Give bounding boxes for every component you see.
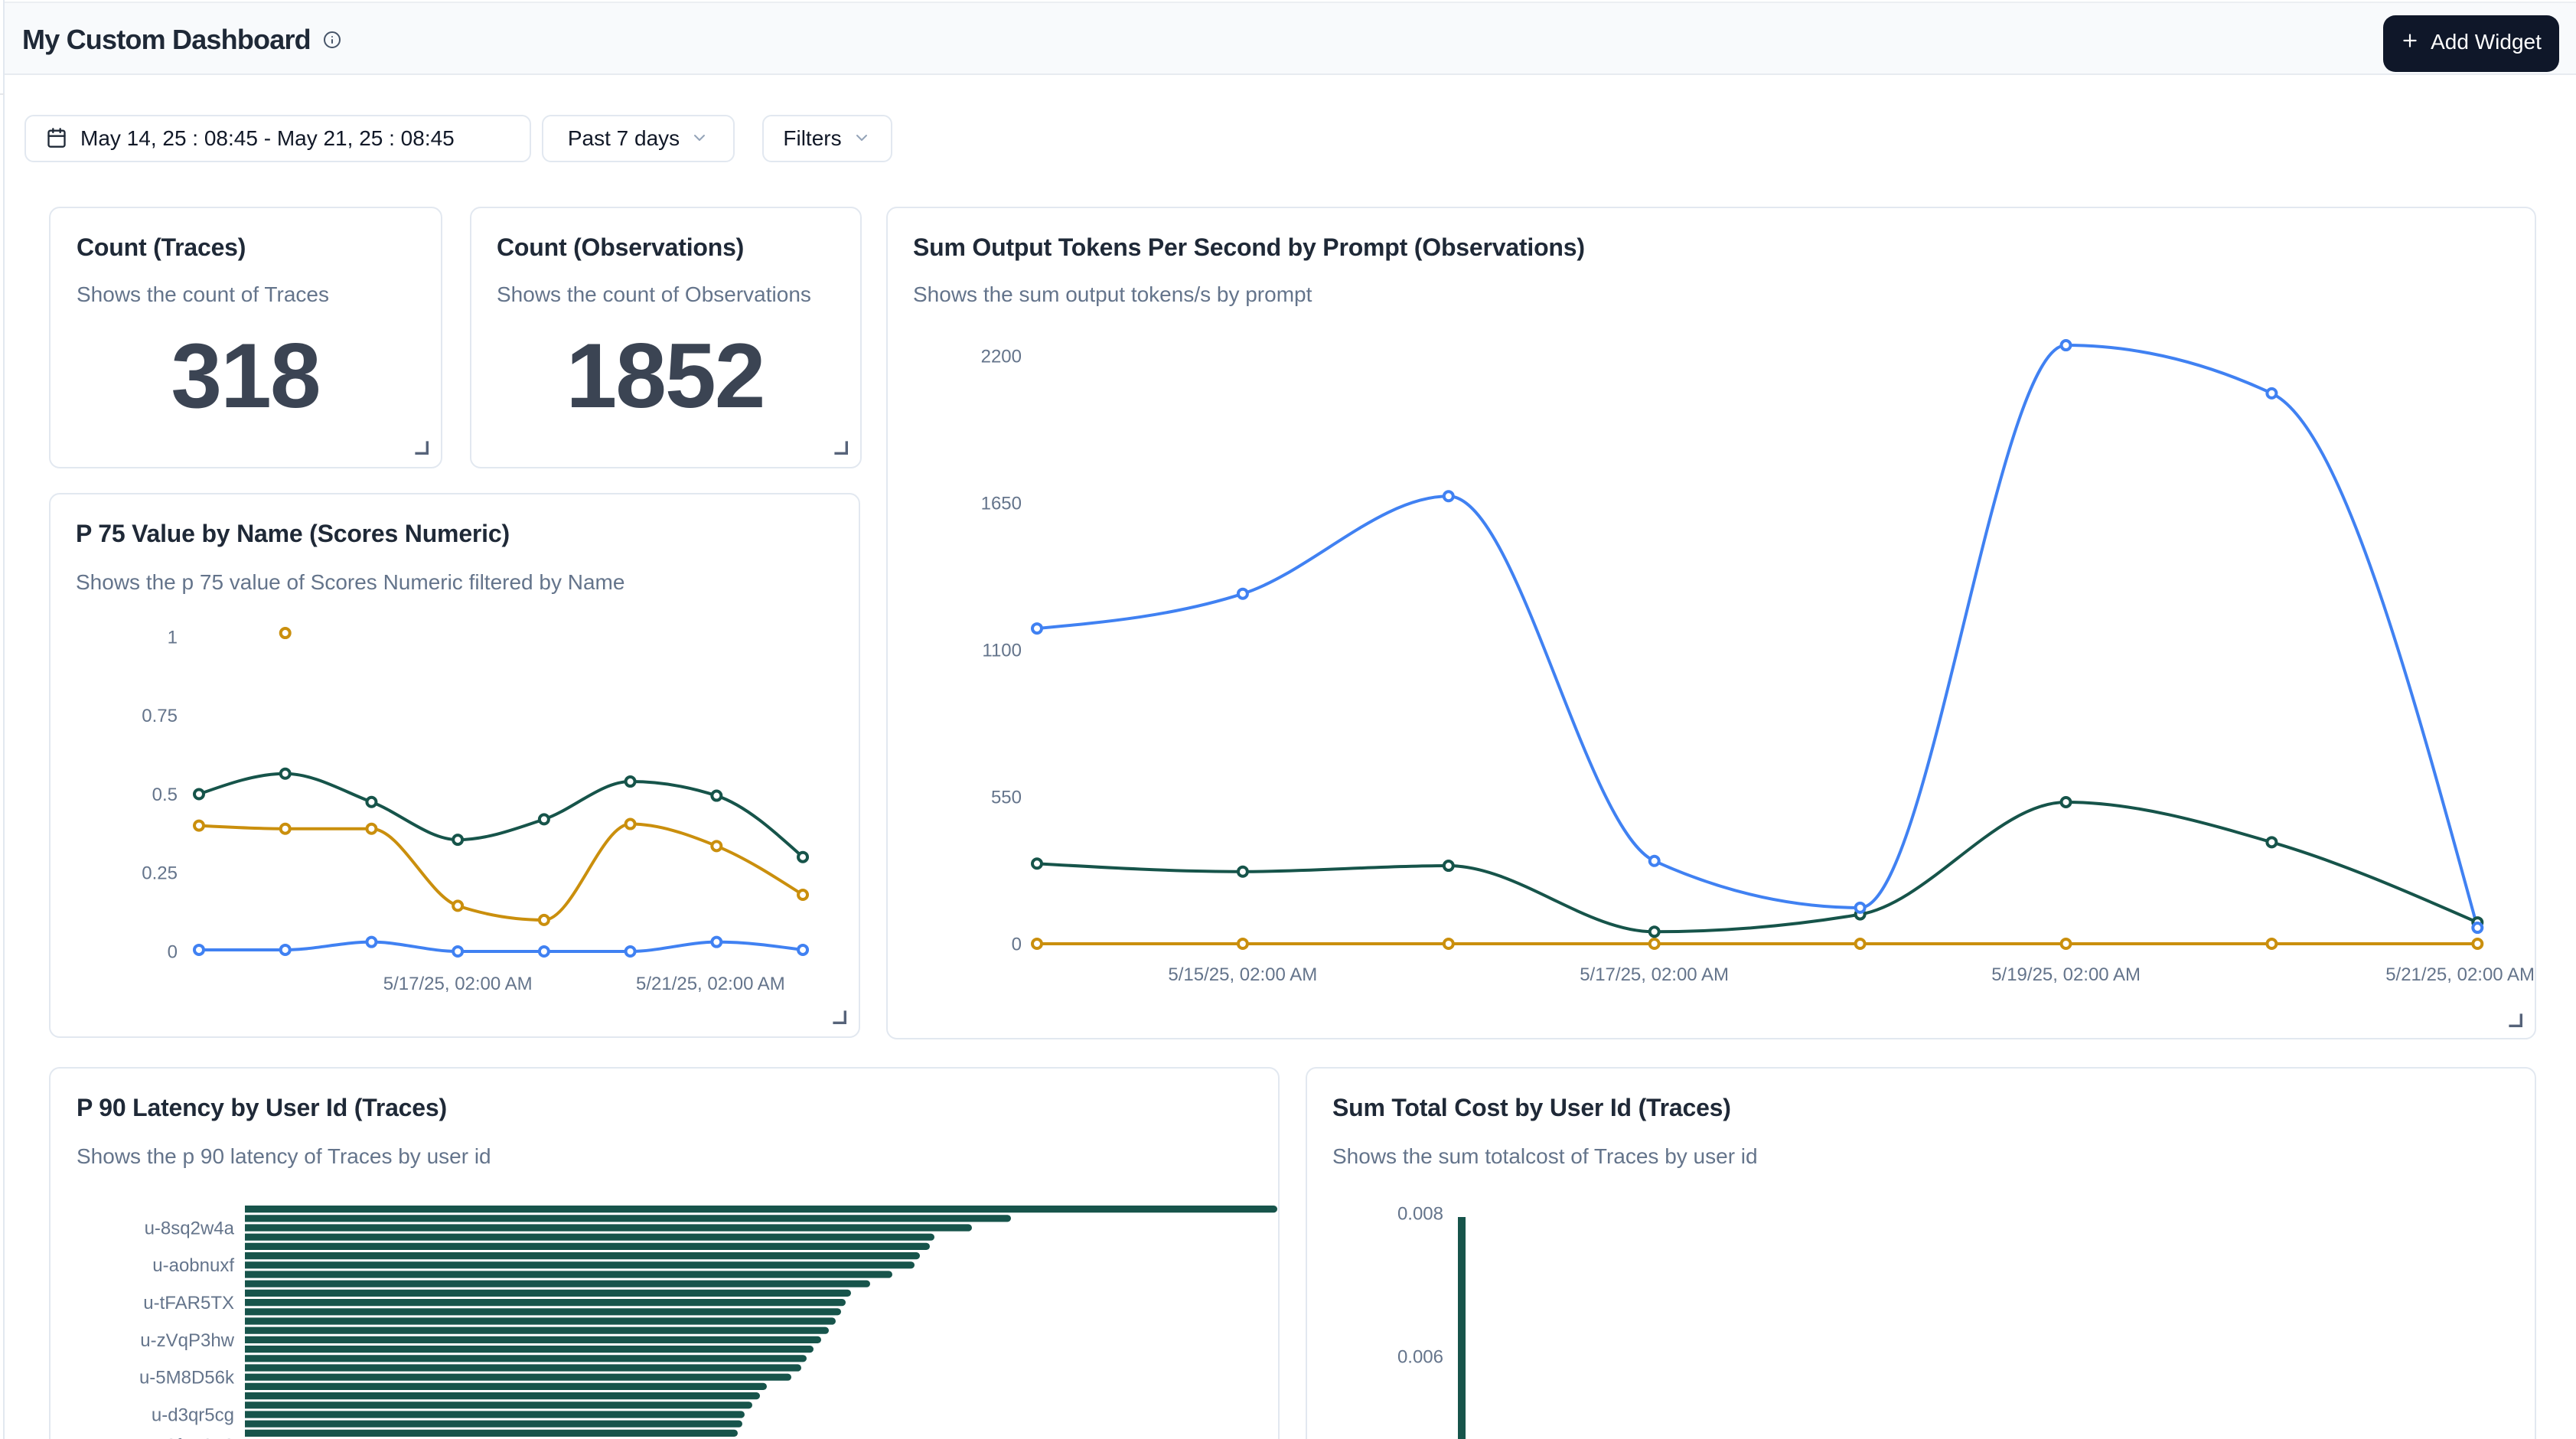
svg-text:1100: 1100 [981,639,1021,660]
svg-text:1: 1 [167,627,177,648]
svg-text:0.75: 0.75 [141,706,177,726]
svg-text:u-5M8D56k: u-5M8D56k [139,1368,235,1388]
svg-text:5/19/25, 02:00 AM: 5/19/25, 02:00 AM [1991,964,2140,984]
svg-text:1650: 1650 [980,492,1021,513]
svg-text:u-tFAR5TX: u-tFAR5TX [143,1293,234,1313]
svg-text:5/15/25, 02:00 AM: 5/15/25, 02:00 AM [1167,964,1316,984]
svg-text:0: 0 [167,941,177,962]
svg-text:5/21/25, 02:00 AM: 5/21/25, 02:00 AM [2385,964,2534,984]
svg-text:0.006: 0.006 [1397,1346,1443,1367]
svg-text:550: 550 [990,786,1021,807]
svg-text:5/21/25, 02:00 AM: 5/21/25, 02:00 AM [635,974,784,994]
svg-text:u-aobnuxf: u-aobnuxf [152,1255,234,1276]
svg-text:0.008: 0.008 [1397,1203,1443,1224]
svg-text:5/17/25, 02:00 AM: 5/17/25, 02:00 AM [1579,964,1728,984]
svg-text:u-zVqP3hw: u-zVqP3hw [140,1330,234,1351]
svg-text:0: 0 [1011,933,1021,954]
svg-text:u-8fVa9T3: u-8fVa9T3 [150,1435,234,1439]
svg-text:0.25: 0.25 [141,863,177,884]
svg-text:0.5: 0.5 [152,785,177,805]
svg-text:2200: 2200 [980,345,1021,366]
svg-text:u-8sq2w4a: u-8sq2w4a [145,1218,235,1238]
svg-text:u-d3qr5cg: u-d3qr5cg [152,1405,234,1425]
svg-text:5/17/25, 02:00 AM: 5/17/25, 02:00 AM [383,974,532,994]
